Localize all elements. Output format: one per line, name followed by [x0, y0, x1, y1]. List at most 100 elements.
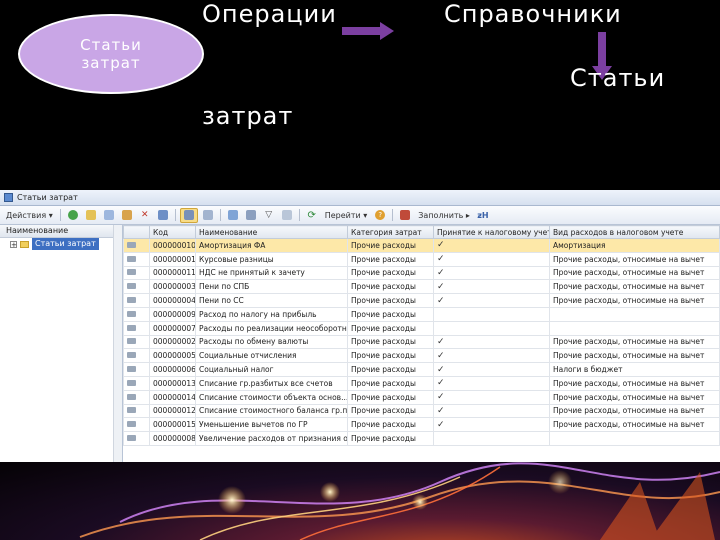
cell-category: Прочие расходы	[347, 417, 434, 433]
tree-column-header[interactable]: Наименование	[0, 225, 122, 238]
column-header-category[interactable]: Категория затрат	[347, 225, 434, 239]
table-row[interactable]: 000000014 Списание стоимости объекта осно…	[123, 389, 720, 405]
tree-root-item[interactable]: + Статьи затрат	[0, 238, 122, 250]
cell-category: Прочие расходы	[347, 348, 434, 364]
cell-category: Прочие расходы	[347, 251, 434, 267]
cell-expense-kind: Прочие расходы, относимые на вычет	[549, 348, 720, 364]
cell-name: Списание стоимостного баланса гр.п...	[195, 403, 348, 419]
add-group-icon[interactable]	[83, 209, 99, 222]
filter-icon[interactable]	[225, 209, 241, 222]
decorative-footer-image	[0, 462, 720, 540]
cell-name: Пени по СС	[195, 293, 348, 308]
cell-code: 000000005	[149, 348, 196, 364]
delete-icon[interactable]: ✕	[137, 209, 153, 222]
item-icon	[127, 297, 136, 304]
table-row[interactable]: 000000003 Пени по СПБ Прочие расходы ✓ Прочи…	[123, 279, 720, 295]
cell-category: Прочие расходы	[347, 389, 434, 405]
help-icon[interactable]: ?	[372, 209, 388, 222]
add-icon[interactable]	[65, 209, 81, 222]
refresh-icon[interactable]: ⟳	[304, 209, 320, 222]
item-icon	[127, 421, 136, 428]
table-row[interactable]: 000000001 Курсовые разницы Прочие расходы ✓…	[123, 251, 720, 267]
table-row[interactable]: 000000006 Социальный налог Прочие расходы ✓…	[123, 362, 720, 377]
table-row[interactable]: 000000005 Социальные отчисления Прочие рас…	[123, 348, 720, 364]
cell-tax-accounting: ✓	[433, 389, 550, 405]
row-type-icon	[123, 251, 150, 267]
toolbar-separator	[219, 209, 221, 221]
column-header-tax-accounting[interactable]: Принятие к налоговому учету	[433, 225, 550, 239]
cell-code: 000000008	[149, 431, 196, 446]
cell-name: Списание гр.разбитых все счетов	[195, 375, 348, 391]
cell-code: 000000006	[149, 362, 196, 377]
table-row[interactable]: 000000010 Амортизация ФА Прочие расходы ✓ Ам…	[123, 238, 720, 253]
filter-off-icon[interactable]: ▽	[261, 209, 277, 222]
item-icon	[127, 379, 136, 386]
cell-expense-kind: Амортизация	[549, 238, 720, 253]
step-operations: Операции	[202, 0, 337, 28]
item-icon	[127, 255, 136, 262]
row-type-icon	[123, 265, 150, 281]
column-header-expense-kind[interactable]: Вид расходов в налоговом учете	[549, 225, 720, 239]
goto-menu-button[interactable]: Перейти ▾	[322, 209, 371, 222]
toolbar-separator	[298, 209, 300, 221]
cell-expense-kind: Прочие расходы, относимые на вычет	[549, 403, 720, 419]
table-row[interactable]: 000000008 Увеличение расходов от признани…	[123, 431, 720, 446]
column-header-code[interactable]: Код	[149, 225, 196, 239]
cell-tax-accounting: ✓	[433, 238, 550, 253]
tree-scrollbar[interactable]	[113, 225, 122, 462]
row-type-icon	[123, 279, 150, 295]
cell-code: 000000010	[149, 238, 196, 253]
cell-expense-kind: Налоги в бюджет	[549, 362, 720, 377]
structure-icon[interactable]: ƶH	[475, 209, 491, 222]
hierarchy-icon[interactable]	[179, 207, 198, 223]
row-type-icon	[123, 306, 150, 322]
cell-expense-kind	[549, 306, 720, 322]
cell-code: 000000001	[149, 251, 196, 267]
copy-icon[interactable]	[101, 209, 117, 222]
cell-code: 000000009	[149, 306, 196, 322]
row-type-icon	[123, 362, 150, 377]
table-row[interactable]: 000000015 Уменьшение вычетов по ГР Прочие …	[123, 417, 720, 433]
cell-category: Прочие расходы	[347, 403, 434, 419]
cell-name: Курсовые разницы	[195, 251, 348, 267]
fill-menu-button[interactable]: Заполнить ▸	[415, 209, 473, 222]
fill-icon[interactable]	[397, 209, 413, 222]
row-type-icon	[123, 389, 150, 405]
column-header-name[interactable]: Наименование	[195, 225, 348, 239]
filter-list-icon[interactable]	[243, 209, 259, 222]
slide-topic-bubble: Статьи затрат	[18, 14, 204, 94]
tree-view-icon[interactable]	[200, 209, 216, 222]
table-row[interactable]: 000000013 Списание гр.разбитых все счетов…	[123, 375, 720, 391]
arrow-right-icon	[342, 22, 394, 40]
actions-menu-button[interactable]: Действия ▾	[3, 209, 56, 222]
bubble-label: Статьи затрат	[80, 36, 142, 72]
expand-icon[interactable]: +	[10, 240, 17, 248]
cost-items-grid: Код Наименование Категория затрат Принят…	[123, 225, 720, 462]
cell-name: Амортизация ФА	[195, 238, 348, 253]
mark-icon[interactable]	[155, 209, 171, 222]
cell-name: НДС не принятый к зачету	[195, 265, 348, 281]
table-row[interactable]: 000000012 Списание стоимостного баланса г…	[123, 403, 720, 419]
table-row[interactable]: 000000007 Расходы по реализации неособоро…	[123, 320, 720, 336]
step-directories: Справочники	[444, 0, 622, 28]
column-icon-header[interactable]	[123, 225, 150, 239]
table-row[interactable]: 000000009 Расход по налогу на прибыль Проч…	[123, 306, 720, 322]
item-icon	[127, 324, 136, 331]
row-type-icon	[123, 320, 150, 336]
window-title: Статьи затрат	[17, 193, 78, 202]
item-icon	[127, 310, 136, 317]
table-row[interactable]: 000000004 Пени по СС Прочие расходы ✓ Прочие…	[123, 293, 720, 308]
cell-category: Прочие расходы	[347, 362, 434, 377]
cell-category: Прочие расходы	[347, 320, 434, 336]
cell-code: 000000014	[149, 389, 196, 405]
toolbar-separator	[174, 209, 176, 221]
row-type-icon	[123, 293, 150, 308]
sort-icon[interactable]	[279, 209, 295, 222]
cell-name: Списание стоимости объекта основ...	[195, 389, 348, 405]
cell-code: 000000007	[149, 320, 196, 336]
table-row[interactable]: 000000002 Расходы по обмену валюты Прочие …	[123, 334, 720, 350]
edit-icon[interactable]	[119, 209, 135, 222]
table-row[interactable]: 000000011 НДС не принятый к зачету Прочие …	[123, 265, 720, 281]
row-type-icon	[123, 403, 150, 419]
cell-expense-kind: Прочие расходы, относимые на вычет	[549, 265, 720, 281]
